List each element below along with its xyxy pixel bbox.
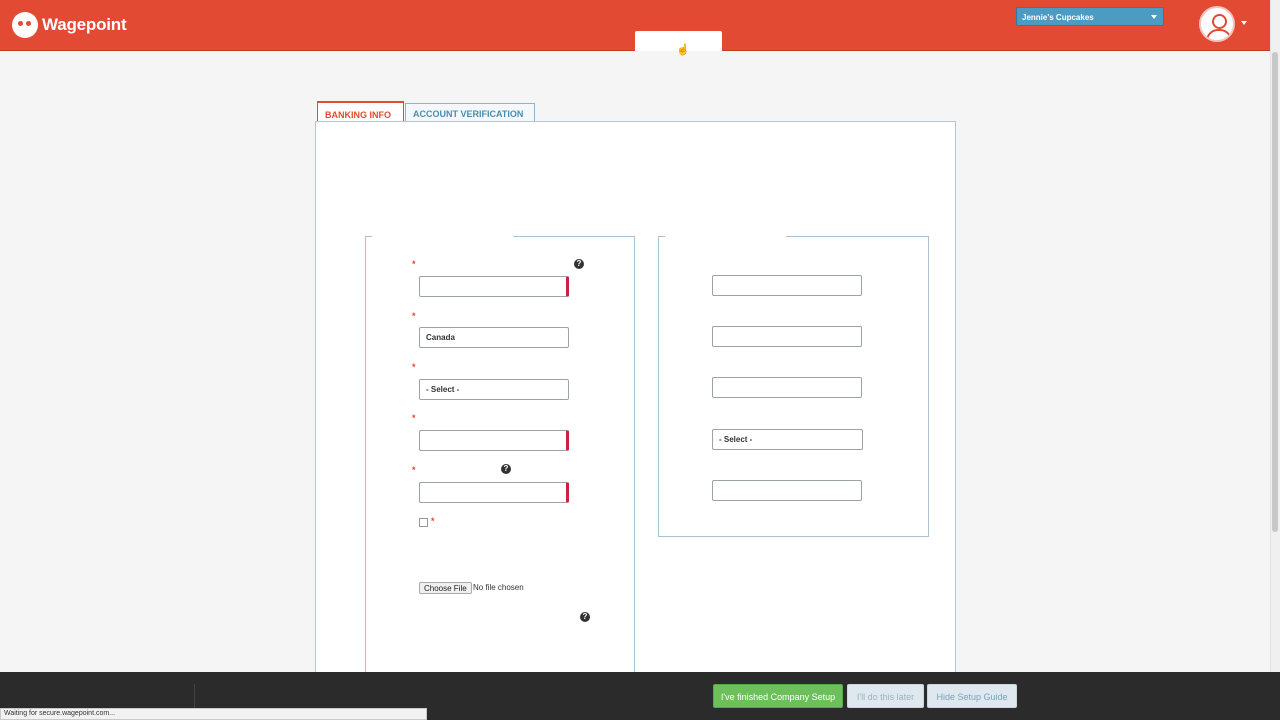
left-fieldset [365, 236, 635, 680]
right-field-1-input[interactable] [712, 275, 862, 296]
question-circle-icon[interactable]: ? [574, 259, 584, 269]
logo-text: Wagepoint [42, 15, 127, 34]
right-field-3-input[interactable] [712, 377, 862, 398]
right-field-5-input[interactable] [712, 480, 862, 501]
user-avatar-icon[interactable] [1199, 6, 1235, 42]
hide-setup-guide-button[interactable]: Hide Setup Guide [927, 684, 1017, 708]
company-name: Jennie's Cupcakes [1022, 13, 1094, 22]
hand-pointer-icon: ☝ [676, 44, 690, 56]
right-select-dropdown[interactable]: - Select - [712, 429, 863, 450]
chevron-down-icon[interactable] [1241, 21, 1247, 25]
required-asterisk: * [412, 413, 416, 423]
tab-account-verification[interactable]: ACCOUNT VERIFICATION [405, 103, 535, 123]
chevron-down-icon [1151, 15, 1157, 19]
choose-file-button[interactable]: Choose File [419, 582, 472, 594]
question-circle-icon[interactable]: ? [580, 612, 590, 622]
scrollbar-thumb[interactable] [1272, 52, 1278, 532]
left-field-5-input[interactable] [419, 482, 569, 503]
file-status-text: No file chosen [473, 583, 524, 592]
country-select[interactable]: Canada [419, 327, 569, 348]
left-field-1-input[interactable] [419, 276, 569, 297]
do-later-button[interactable]: I'll do this later [847, 684, 924, 708]
right-fieldset-legend [665, 235, 786, 238]
question-circle-icon[interactable]: ? [501, 464, 511, 474]
required-asterisk: * [431, 516, 435, 526]
company-selector[interactable]: Jennie's Cupcakes [1016, 7, 1164, 26]
wagepoint-logo[interactable]: Wagepoint [12, 8, 127, 42]
finished-setup-button[interactable]: I've finished Company Setup [713, 684, 843, 708]
required-asterisk: * [412, 362, 416, 372]
right-field-2-input[interactable] [712, 326, 862, 347]
left-fieldset-legend [372, 235, 513, 238]
wagepoint-logo-icon [12, 12, 38, 38]
left-select-dropdown[interactable]: - Select - [419, 379, 569, 400]
required-asterisk: * [412, 311, 416, 321]
required-asterisk: * [412, 465, 416, 475]
agreement-checkbox[interactable] [419, 518, 428, 527]
browser-status-bar: Waiting for secure.wagepoint.com... [0, 708, 427, 720]
tab-banking-info[interactable]: BANKING INFO [317, 101, 404, 123]
left-field-4-input[interactable] [419, 430, 569, 451]
bottom-divider [194, 684, 195, 708]
required-asterisk: * [412, 259, 416, 269]
